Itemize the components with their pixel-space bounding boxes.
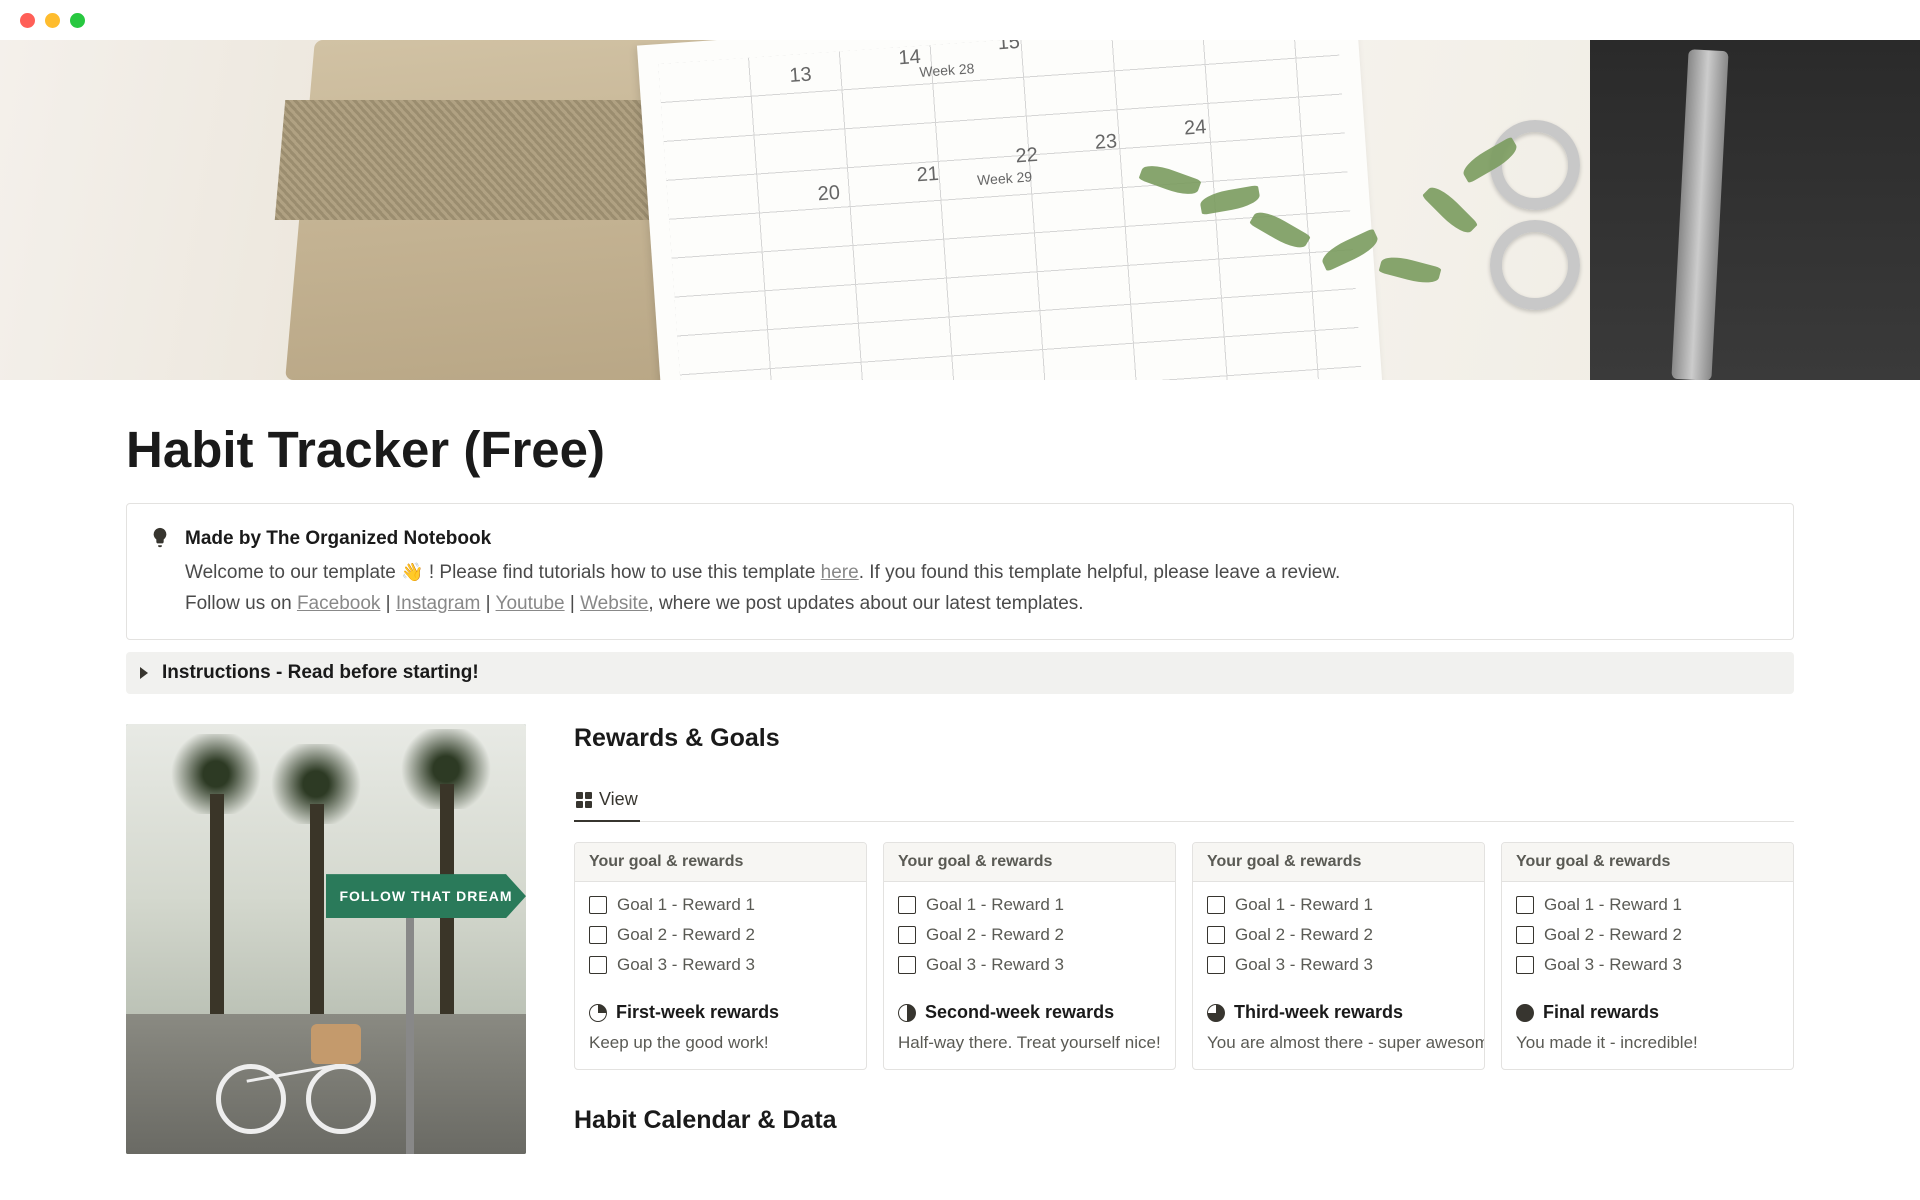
checkbox-item[interactable]: Goal 2 - Reward 2 [898,920,1161,950]
link-facebook[interactable]: Facebook [297,593,380,614]
card-title: Second-week rewards [884,990,1175,1029]
checkbox-icon [1207,956,1225,974]
card-subtitle: Keep up the good work! [575,1029,866,1069]
card-title: Final rewards [1502,990,1793,1029]
checkbox-item[interactable]: Goal 1 - Reward 1 [1516,890,1779,920]
checkbox-icon [898,926,916,944]
checkbox-icon [589,926,607,944]
checkbox-item[interactable]: Goal 3 - Reward 3 [898,950,1161,980]
full-circle-icon [1516,1004,1534,1022]
page-title[interactable]: Habit Tracker (Free) [126,420,1794,479]
cover-image[interactable]: 13 14 15 16 17 Week 28 Week 29 20 21 22 … [0,40,1920,380]
checkbox-item[interactable]: Goal 2 - Reward 2 [589,920,852,950]
tab-label: View [599,789,638,810]
checkbox-icon [589,896,607,914]
checkbox-item[interactable]: Goal 1 - Reward 1 [1207,890,1470,920]
side-image[interactable]: FOLLOW THAT DREAM [126,724,526,1154]
window-zoom-button[interactable] [70,13,85,28]
checkbox-item[interactable]: Goal 1 - Reward 1 [898,890,1161,920]
card-third-week[interactable]: Your goal & rewards Goal 1 - Reward 1 Go… [1192,842,1485,1070]
card-second-week[interactable]: Your goal & rewards Goal 1 - Reward 1 Go… [883,842,1176,1070]
window-close-button[interactable] [20,13,35,28]
link-youtube[interactable]: Youtube [496,593,565,614]
half-circle-icon [898,1004,916,1022]
window-titlebar [0,0,1920,40]
database-tabs: View [574,781,1794,822]
heading-calendar: Habit Calendar & Data [574,1106,1794,1135]
callout-block: Made by The Organized Notebook Welcome t… [126,503,1794,640]
card-first-week[interactable]: Your goal & rewards Goal 1 - Reward 1 Go… [574,842,867,1070]
callout-title: Made by The Organized Notebook [185,524,1771,554]
card-header: Your goal & rewards [575,843,866,882]
checkbox-icon [898,956,916,974]
link-website[interactable]: Website [580,593,648,614]
checkbox-icon [1207,926,1225,944]
toggle-label: Instructions - Read before starting! [162,662,479,684]
checkbox-icon [898,896,916,914]
card-subtitle: You are almost there - super awesome [1193,1029,1484,1069]
gallery-icon [576,792,592,808]
gallery-cards: Your goal & rewards Goal 1 - Reward 1 Go… [574,842,1794,1070]
quarter-circle-icon [589,1004,607,1022]
sign-text: FOLLOW THAT DREAM [326,874,526,918]
checkbox-item[interactable]: Goal 2 - Reward 2 [1516,920,1779,950]
window-minimize-button[interactable] [45,13,60,28]
checkbox-item[interactable]: Goal 3 - Reward 3 [1516,950,1779,980]
checkbox-icon [1516,926,1534,944]
checkbox-item[interactable]: Goal 1 - Reward 1 [589,890,852,920]
checkbox-icon [1516,896,1534,914]
chevron-right-icon [140,667,148,679]
link-here[interactable]: here [821,562,859,583]
card-final[interactable]: Your goal & rewards Goal 1 - Reward 1 Go… [1501,842,1794,1070]
card-title: First-week rewards [575,990,866,1029]
wave-emoji: 👋 [401,562,423,582]
checkbox-item[interactable]: Goal 3 - Reward 3 [1207,950,1470,980]
card-header: Your goal & rewards [1193,843,1484,882]
card-header: Your goal & rewards [1502,843,1793,882]
three-quarter-circle-icon [1207,1004,1225,1022]
callout-text: Welcome to our template 👋 ! Please find … [185,558,1771,619]
card-subtitle: You made it - incredible! [1502,1029,1793,1069]
checkbox-item[interactable]: Goal 2 - Reward 2 [1207,920,1470,950]
card-header: Your goal & rewards [884,843,1175,882]
toggle-instructions[interactable]: Instructions - Read before starting! [126,652,1794,694]
card-subtitle: Half-way there. Treat yourself nice! [884,1029,1175,1069]
checkbox-item[interactable]: Goal 3 - Reward 3 [589,950,852,980]
checkbox-icon [589,956,607,974]
heading-rewards: Rewards & Goals [574,724,1794,753]
link-instagram[interactable]: Instagram [396,593,480,614]
lightbulb-icon [149,526,171,619]
checkbox-icon [1207,896,1225,914]
tab-view[interactable]: View [574,781,640,822]
card-title: Third-week rewards [1193,990,1484,1029]
checkbox-icon [1516,956,1534,974]
